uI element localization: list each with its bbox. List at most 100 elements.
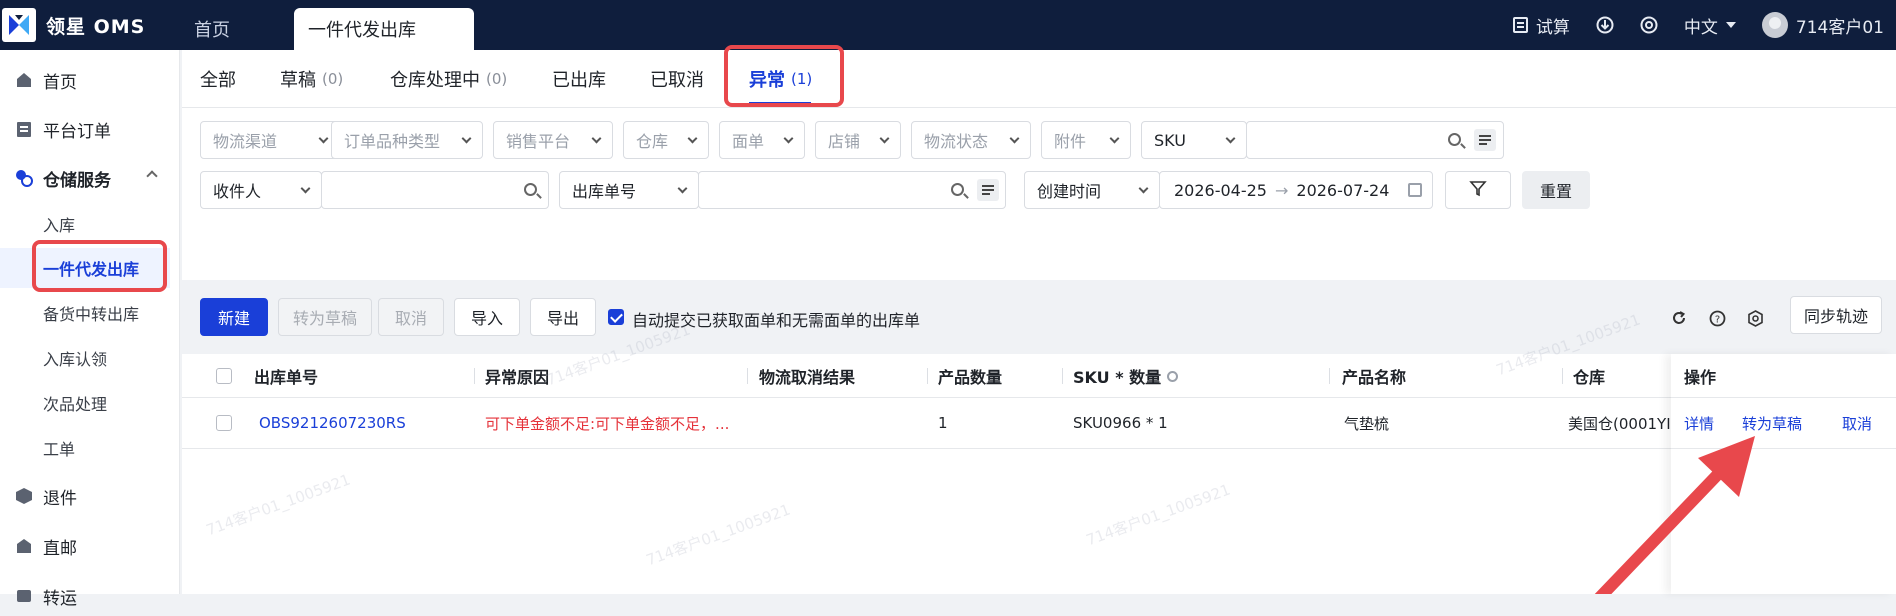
sales-platform-select[interactable]: 销售平台	[493, 121, 613, 159]
search-icon[interactable]	[1448, 133, 1461, 146]
sku-field-select[interactable]: SKU	[1141, 121, 1247, 159]
sidebar-item-defective[interactable]: 次品处理	[0, 383, 180, 423]
chevron-down-icon	[1138, 183, 1149, 194]
chevron-down-icon	[318, 133, 329, 144]
tab-all[interactable]: 全部	[200, 50, 236, 108]
column-settings-icon[interactable]	[1743, 306, 1767, 330]
user-menu[interactable]: 714客户01	[1761, 12, 1884, 38]
filter-advanced-button[interactable]	[1445, 171, 1511, 209]
top-tab-dropship-outbound[interactable]: 一件代发出库	[294, 8, 474, 50]
import-button[interactable]: 导入	[454, 298, 520, 336]
product-qty: 1	[938, 414, 948, 432]
tab-cancelled[interactable]: 已取消	[650, 50, 704, 108]
column-divider	[927, 368, 928, 384]
sidebar-item-warehouse-services[interactable]: 仓储服务	[0, 158, 180, 198]
header-product-name[interactable]: 产品名称	[1342, 354, 1406, 398]
order-no-field-select[interactable]: 出库单号	[559, 171, 699, 209]
transfer-icon	[15, 587, 33, 605]
logistics-status-select[interactable]: 物流状态	[911, 121, 1031, 159]
order-type-select[interactable]: 订单品种类型	[331, 121, 483, 159]
tab-shipped[interactable]: 已出库	[552, 50, 606, 108]
search-icon[interactable]	[951, 183, 964, 196]
row-checkbox[interactable]	[216, 415, 232, 431]
receiver-search-input[interactable]	[321, 171, 549, 209]
sku-search-input[interactable]	[1246, 121, 1504, 159]
sidebar-item-direct-mail[interactable]: 直邮	[0, 526, 180, 566]
export-button[interactable]: 导出	[530, 298, 596, 336]
select-all-checkbox[interactable]	[216, 368, 232, 384]
settings-icon[interactable]	[1640, 16, 1658, 34]
header-warehouse[interactable]: 仓库	[1573, 354, 1605, 398]
header-sku-qty[interactable]: SKU * 数量	[1073, 354, 1179, 398]
user-name: 714客户01	[1795, 17, 1884, 38]
attachment-select[interactable]: 附件	[1041, 121, 1131, 159]
select-placeholder: 仓库	[636, 132, 669, 151]
date-range-picker[interactable]: 2026-04-25 → 2026-07-24	[1159, 171, 1433, 209]
store-select[interactable]: 店铺	[815, 121, 901, 159]
top-tab-home[interactable]: 首页	[180, 8, 244, 50]
sidebar-item-stock-transfer-outbound[interactable]: 备货中转出库	[0, 293, 180, 333]
select-value: 收件人	[213, 182, 262, 201]
warehouse-select[interactable]: 仓库	[623, 121, 709, 159]
sidebar-item-ticket[interactable]: 工单	[0, 428, 180, 468]
chevron-down-icon	[1225, 133, 1236, 144]
refresh-icon[interactable]	[1667, 306, 1691, 330]
sidebar-item-label: 转运	[43, 588, 77, 609]
to-draft-label: 转为草稿	[292, 309, 357, 328]
sidebar-item-returns[interactable]: 退件	[0, 476, 180, 516]
sidebar-item-inbound[interactable]: 入库	[0, 204, 180, 244]
exception-reason[interactable]: 可下单金额不足:可下单金额不足，...	[485, 398, 729, 448]
help-icon[interactable]: ?	[1705, 306, 1729, 330]
header-product-qty[interactable]: 产品数量	[938, 354, 1002, 398]
logistics-channel-select[interactable]: 物流渠道	[200, 121, 340, 159]
calc-button[interactable]: 试算	[1512, 13, 1570, 38]
logo-mark-icon	[2, 8, 36, 42]
new-button[interactable]: 新建	[200, 298, 268, 336]
tab-count: (0)	[486, 70, 508, 88]
return-box-icon	[15, 487, 33, 505]
sidebar-item-home[interactable]: 首页	[0, 60, 180, 100]
batch-input-icon[interactable]	[977, 179, 999, 201]
column-divider	[1062, 368, 1063, 384]
logo[interactable]: 领星 OMS	[0, 0, 180, 50]
info-icon	[1167, 370, 1179, 382]
download-icon[interactable]	[1596, 16, 1614, 34]
cancel-link[interactable]: 取消	[1842, 398, 1872, 448]
header-sku-qty-label: SKU * 数量	[1073, 368, 1162, 387]
sidebar-item-transfer[interactable]: 转运	[0, 576, 180, 616]
sync-tracking-button[interactable]: 同步轨迹	[1790, 296, 1882, 334]
tab-draft[interactable]: 草稿 (0)	[280, 50, 343, 108]
tab-warehouse-processing[interactable]: 仓库处理中 (0)	[390, 50, 507, 108]
sidebar-item-label: 直邮	[43, 538, 77, 559]
watermark: 714客户01_1005921	[643, 500, 793, 570]
date-type-select[interactable]: 创建时间	[1024, 171, 1160, 209]
svg-text:?: ?	[1714, 314, 1719, 325]
batch-input-icon[interactable]	[1474, 129, 1496, 151]
order-no-search-input[interactable]	[698, 171, 1006, 209]
reset-button[interactable]: 重置	[1522, 171, 1590, 209]
select-placeholder: 销售平台	[506, 132, 571, 151]
status-tabs: 全部 草稿 (0) 仓库处理中 (0) 已出库 已取消 异常 (1)	[182, 45, 1896, 108]
tab-label: 仓库处理中	[390, 70, 480, 91]
header-exception-reason[interactable]: 异常原因	[485, 354, 549, 398]
export-label: 导出	[546, 309, 579, 328]
select-placeholder: 面单	[732, 132, 765, 151]
receiver-field-select[interactable]: 收件人	[200, 171, 322, 209]
sidebar-item-platform-orders[interactable]: 平台订单	[0, 109, 180, 149]
auto-submit-checkbox[interactable]	[608, 309, 624, 325]
chevron-down-icon	[461, 133, 472, 144]
filter-panel: 物流渠道 订单品种类型 销售平台 仓库 面单 店铺 物流状态 附件 SKU 收件…	[182, 108, 1896, 280]
date-end: 2026-07-24	[1296, 180, 1390, 200]
header-cancel-result[interactable]: 物流取消结果	[759, 354, 855, 398]
calendar-icon	[1408, 183, 1422, 197]
language-label: 中文	[1683, 17, 1718, 38]
order-no-link[interactable]: OBS9212607230RS	[259, 398, 406, 448]
label-select[interactable]: 面单	[719, 121, 805, 159]
header-order-no[interactable]: 出库单号	[254, 354, 318, 398]
to-draft-button[interactable]: 转为草稿	[278, 298, 372, 336]
top-right-tools: 试算 中文 714客户01	[1487, 0, 1884, 50]
search-icon[interactable]	[524, 183, 537, 196]
language-select[interactable]: 中文	[1684, 13, 1736, 38]
cancel-button[interactable]: 取消	[378, 298, 444, 336]
sidebar-item-inbound-claim[interactable]: 入库认领	[0, 338, 180, 378]
